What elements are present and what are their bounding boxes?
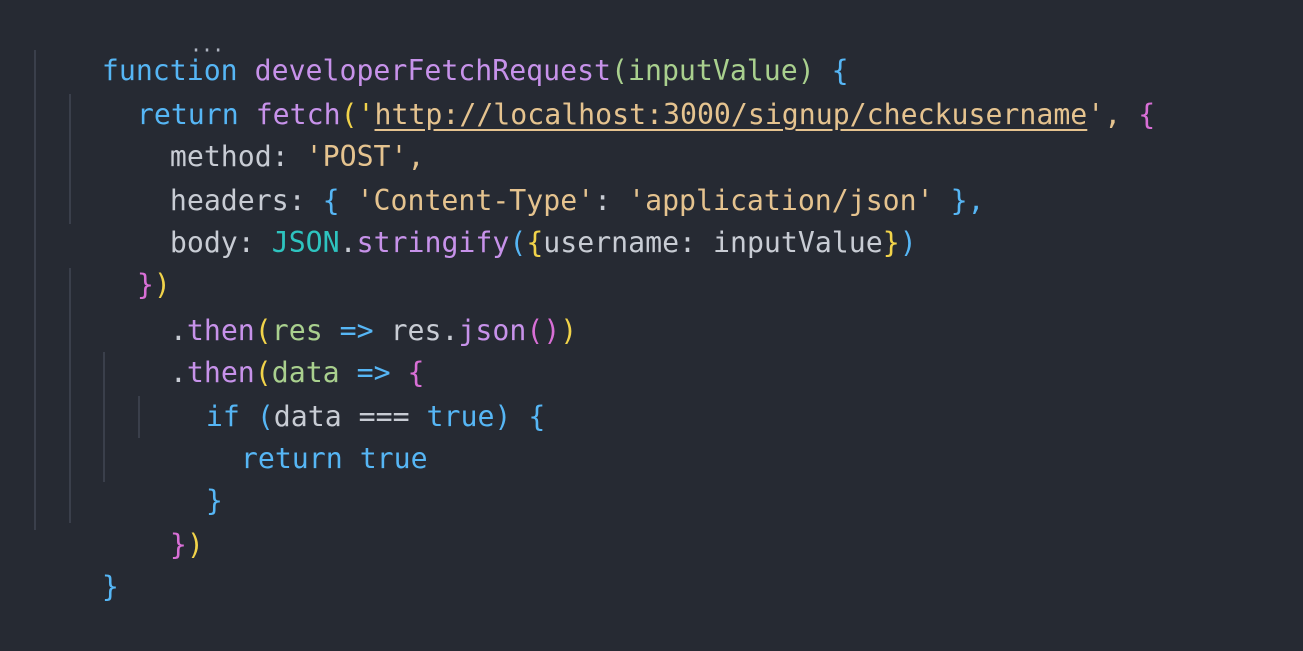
code-line-5[interactable]: body: JSON.stringify({username: inputVal…	[102, 178, 917, 259]
keyword-return-inner: return	[240, 442, 343, 475]
fetch-url-close: ',	[1087, 98, 1122, 131]
code-editor[interactable]: function developerFetchRequest(inputValu…	[0, 0, 1303, 603]
code-line-13[interactable]: }	[34, 522, 119, 603]
json-object: JSON	[254, 226, 340, 259]
stringify-paren-close: )	[899, 226, 917, 259]
code-line-9[interactable]: if (data === true) {	[138, 352, 545, 433]
stringify-brace-close: }	[882, 226, 900, 259]
url-link[interactable]: http://localhost:3000/signup/checkuserna…	[375, 98, 1088, 131]
if-paren-close: )	[494, 400, 512, 433]
if-brace-close: }	[205, 484, 223, 517]
code-line-6[interactable]: })	[69, 220, 171, 301]
prop-body: body:	[169, 226, 255, 259]
code-line-10[interactable]: return true	[173, 394, 428, 475]
code-line-7[interactable]: .then(res => res.json())	[102, 266, 577, 347]
headers-brace-close: },	[933, 184, 985, 217]
code-line-1[interactable]: function developerFetchRequest(inputValu…	[34, 6, 849, 87]
stringify-brace-open: {	[526, 226, 544, 259]
return-true: true	[342, 442, 428, 475]
json-parens: ()	[526, 314, 561, 347]
if-brace-open: {	[511, 400, 546, 433]
call-json: json	[458, 314, 527, 347]
stringify-paren-open: (	[509, 226, 527, 259]
code-line-4[interactable]: headers: { 'Content-Type': 'application/…	[102, 136, 985, 217]
then-2-brace-close: }	[169, 528, 187, 561]
code-line-3[interactable]: method: 'POST',	[102, 92, 425, 173]
stringify-inner: username: inputValue	[543, 226, 883, 259]
code-line-11[interactable]: }	[138, 436, 223, 517]
code-line-8[interactable]: .then(data => {	[102, 308, 425, 389]
options-brace-open: {	[1121, 98, 1156, 131]
then-2-paren-close: )	[186, 528, 204, 561]
function-brace-close: }	[101, 570, 119, 603]
then-1-close: )	[560, 314, 578, 347]
code-line-12[interactable]: })	[102, 480, 204, 561]
json-dot: .	[339, 226, 357, 259]
call-stringify: stringify	[356, 226, 510, 259]
code-line-2[interactable]: return fetch('http://localhost:3000/sign…	[69, 50, 1155, 131]
